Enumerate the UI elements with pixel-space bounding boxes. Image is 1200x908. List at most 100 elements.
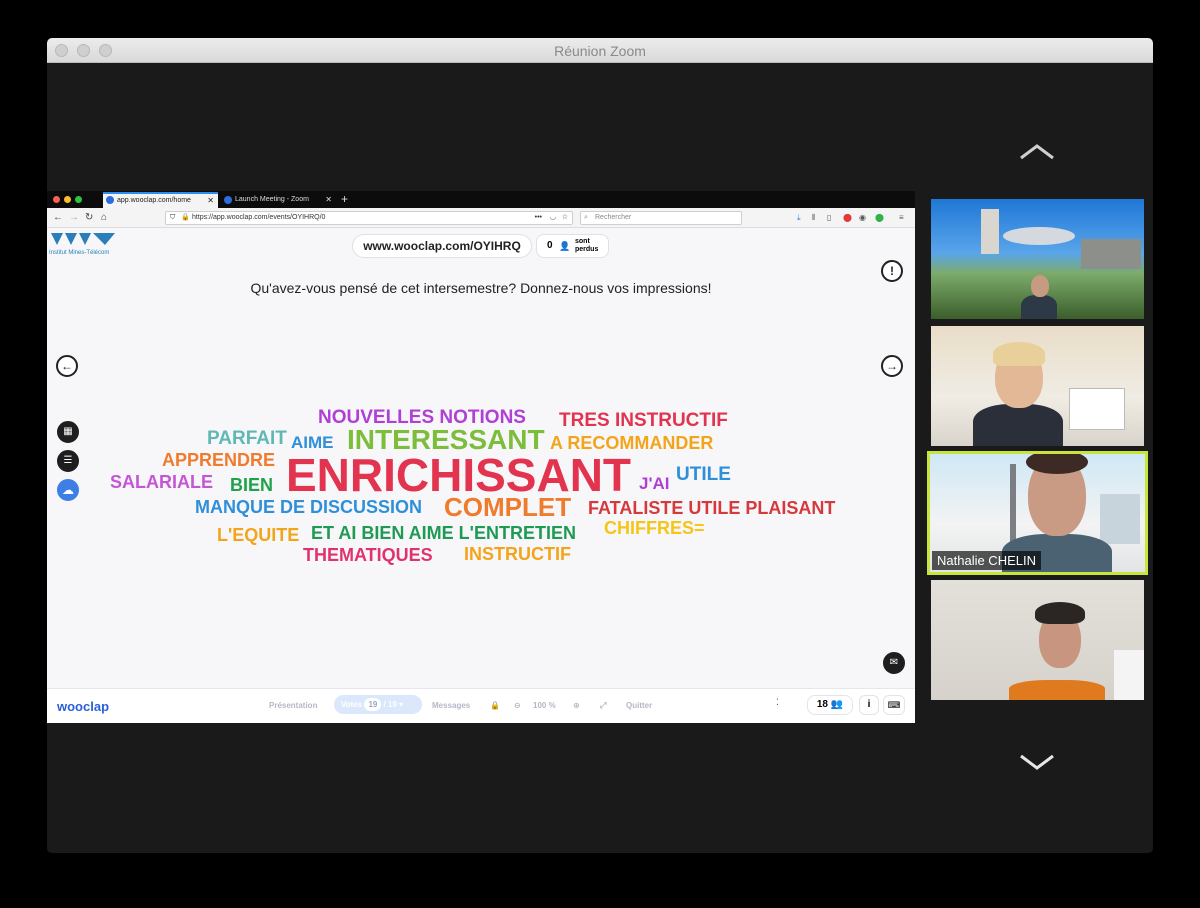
question-text: Qu'avez-vous pensé de cet intersemestre?… [250,280,712,296]
event-url: www.wooclap.com/OYIHRQ [352,234,532,258]
browser-search-input[interactable]: ⌕ Rechercher [580,211,742,225]
close-tab-icon[interactable]: ✕ [325,192,332,208]
close-tab-icon[interactable]: ✕ [207,194,214,207]
participant-hair [1035,602,1085,624]
zoom-window: Réunion Zoom app.wooclap.com/home ✕ Laun… [47,38,1153,853]
wooclap-page: Institut Mines-Télécom www.wooclap.com/O… [47,228,915,723]
participant-body [1009,680,1105,700]
shared-screen: app.wooclap.com/home ✕ Launch Meeting - … [47,191,915,723]
messages-icon[interactable]: ✉ [883,652,905,674]
chevron-down-icon: ▾ [399,700,404,709]
participant-video-2[interactable] [931,326,1144,446]
pocket-icon[interactable]: ◡ [550,212,556,224]
browser-close-dot[interactable] [53,196,60,203]
word-cloud-word: INSTRUCTIF [464,544,571,564]
zoom-favicon [224,196,232,204]
tower-sketch [1010,464,1016,544]
shield-icon: ⛉ [170,214,176,221]
word-cloud-view-icon[interactable]: ☁ [57,479,79,501]
participant-video-1[interactable] [931,199,1144,319]
participant-body [973,404,1063,446]
word-cloud-word: MANQUE DE DISCUSSION [195,497,423,517]
browser-tab-bar: app.wooclap.com/home ✕ Launch Meeting - … [47,191,915,208]
zoom-level: 100 % [533,701,556,710]
lock-icon[interactable]: 🔒 [490,701,500,710]
word-cloud-word: BIEN [230,475,274,495]
hamburger-menu-icon[interactable]: ≡ [899,212,904,224]
participants-button[interactable]: 18 👥 [807,695,853,715]
lost-label: sont perdus [575,238,599,253]
lost-count: 0 [547,240,553,251]
reload-icon[interactable]: ↻ [85,211,93,224]
lighthouse-shape [981,209,999,254]
wooclap-logo: wooclap [57,699,110,714]
word-cloud-word: CHIFFRES= [604,518,705,538]
wooclap-favicon [106,196,114,204]
person-icon: 👤 [559,241,571,251]
library-icon[interactable]: ⫴ [812,212,815,224]
word-cloud-word: THEMATIQUES [303,545,433,565]
download-icon[interactable]: ⤓ [797,212,801,224]
votes-label: Votes [341,700,363,709]
word-cloud-word: FATALISTE UTILE PLAISANT [588,498,836,518]
grid-view-icon[interactable]: ▦ [57,421,79,443]
collapse-icon[interactable]: ⁚ [776,697,779,708]
building-sketch [1100,494,1140,544]
participant-name-tag: Nathalie CHELIN [932,551,1041,570]
word-cloud-word: TRES INSTRUCTIF [559,410,728,431]
info-alert-button[interactable]: ! [881,260,903,282]
adblock-icon[interactable]: ⬤ [843,212,852,224]
browser-maximize-dot[interactable] [75,196,82,203]
tab-label: app.wooclap.com/home [117,197,191,204]
zoom-in-icon[interactable]: ⊕ [573,701,580,710]
word-cloud-word: COMPLET [444,492,572,522]
building-shape [1081,239,1141,269]
window-shape [1114,650,1144,700]
forward-arrow-icon[interactable]: → [69,211,79,224]
search-icon: ⌕ [584,214,588,221]
messages-button[interactable]: Messages [432,701,470,710]
cloud-shape [1003,227,1075,245]
new-tab-button[interactable]: + [341,191,348,208]
zoom-out-icon[interactable]: ⊖ [514,701,521,710]
participant-face [1031,275,1049,297]
info-button[interactable]: i [859,695,879,715]
back-arrow-icon[interactable]: ← [53,211,63,224]
scroll-down-chevron-icon[interactable] [1019,752,1055,772]
word-cloud-word: J'AI [639,474,670,493]
people-icon: 👥 [830,699,844,710]
votes-current: 19 [368,700,378,709]
more-icon[interactable]: ••• [535,212,542,224]
logo-org-name: Institut Mines-Télécom [49,250,110,256]
calendar-shape [1069,388,1125,430]
wooclap-control-bar: wooclap Présentation Votes 19 / 19 ▾ Mes… [47,688,915,723]
lock-icon: 🔒 [181,214,190,221]
quit-button[interactable]: Quitter [626,701,652,710]
votes-button[interactable]: Votes 19 / 19 ▾ [334,695,422,714]
browser-tab-wooclap[interactable]: app.wooclap.com/home ✕ [103,192,218,208]
keyboard-icon[interactable]: ⌨ [883,695,905,715]
scroll-up-chevron-icon[interactable] [1019,142,1055,162]
search-placeholder: Rechercher [595,214,632,221]
participant-video-4[interactable] [931,580,1144,700]
word-cloud-word: UTILE [676,464,731,485]
sidebar-icon[interactable]: ▯ [827,212,831,224]
presentation-button[interactable]: Présentation [269,701,317,710]
next-question-button[interactable]: → [881,355,903,377]
home-icon[interactable]: ⌂ [101,211,107,224]
list-view-icon[interactable]: ☰ [57,450,79,472]
extension-green-icon[interactable]: ⬤ [875,212,884,224]
participant-hair [993,342,1045,366]
participant-video-active-speaker[interactable]: Nathalie CHELIN [927,451,1148,575]
votes-total: / 19 [383,700,397,709]
zoom-titlebar: Réunion Zoom [47,38,1153,63]
browser-minimize-dot[interactable] [64,196,71,203]
browser-tab-zoom[interactable]: Launch Meeting - Zoom ✕ [221,192,336,208]
word-cloud-word: L'EQUITE [217,525,300,545]
bookmark-star-icon[interactable]: ☆ [562,212,568,224]
previous-question-button[interactable]: ← [56,355,78,377]
extension-icon[interactable]: ◉ [859,212,866,224]
url-bar[interactable]: ⛉ 🔒 https://app.wooclap.com/events/OYIHR… [165,211,573,225]
votes-count: 19 [364,698,382,711]
fullscreen-icon[interactable]: ⤢ [600,701,606,711]
